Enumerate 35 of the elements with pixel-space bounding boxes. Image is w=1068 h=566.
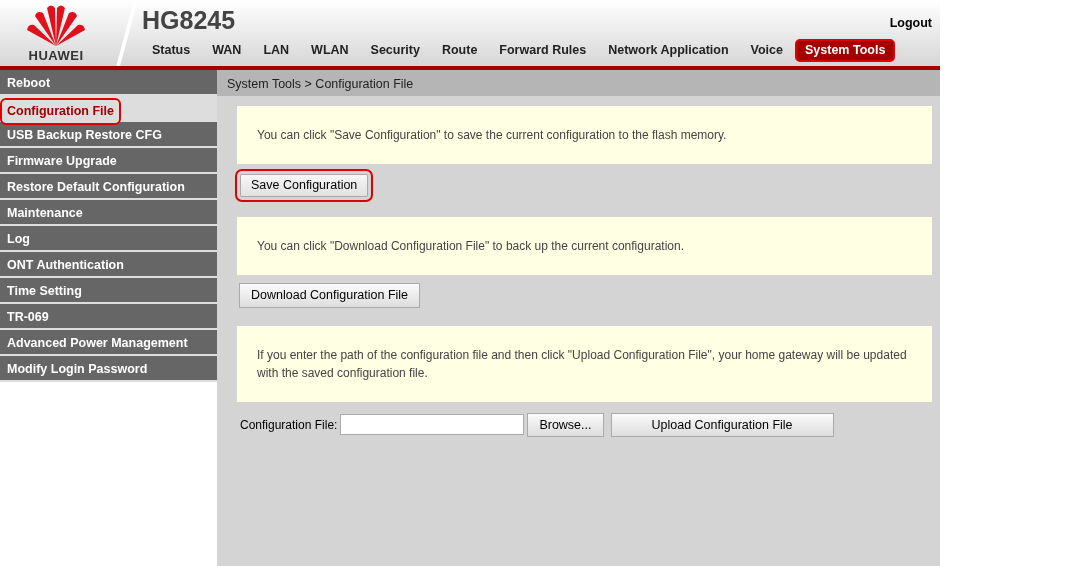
action-button[interactable]: Save Configuration — [235, 169, 374, 202]
info-note: You can click "Save Configuration" to save the current configuration to the flash memory. — [237, 106, 932, 164]
breadcrumb: System Tools > Configuration File — [217, 70, 940, 96]
sidebar-item[interactable]: Modify Login Password — [0, 356, 217, 382]
sidebar-item[interactable]: Advanced Power Management — [0, 330, 217, 356]
sidebar-item[interactable]: Time Setting — [0, 278, 217, 304]
nav-tab[interactable]: LAN — [253, 39, 300, 62]
nav-tab[interactable]: Route — [431, 39, 488, 62]
sidebar-item[interactable]: TR-069 — [0, 304, 217, 330]
nav-tab[interactable]: WLAN — [301, 39, 359, 62]
nav-tab[interactable]: System Tools — [795, 39, 896, 62]
nav-tab[interactable]: WAN — [202, 39, 252, 62]
sidebar-item[interactable]: Configuration File — [0, 98, 121, 125]
nav-tab[interactable]: Security — [360, 39, 430, 62]
nav-tab[interactable]: Network Application — [598, 39, 739, 62]
file-path-field[interactable] — [340, 414, 525, 436]
sidebar-item[interactable]: USB Backup Restore CFG — [0, 122, 217, 148]
info-note: If you enter the path of the configuration file and then click "Upload Configuration File", your home gateway will be updated with the saved configuration file. — [237, 325, 932, 402]
field-label: Configuration File: — [240, 416, 338, 434]
browse-button[interactable]: Browse... — [527, 412, 604, 438]
sidebar-item[interactable]: Restore Default Configuration — [0, 174, 217, 200]
sidebar-item[interactable]: Maintenance — [0, 200, 217, 226]
logout-link[interactable]: Logout — [889, 14, 932, 33]
nav-tab[interactable]: Voice — [740, 39, 793, 62]
model-name: HG8245 — [142, 8, 236, 33]
sidebar-item[interactable]: Reboot — [0, 70, 217, 96]
sidebar-item[interactable]: Log — [0, 226, 217, 252]
brand-name: HUAWEI — [28, 47, 84, 65]
nav-tab[interactable]: Forward Rules — [489, 39, 597, 62]
sidebar-item[interactable]: ONT Authentication — [0, 252, 217, 278]
action-button[interactable]: Download Configuration File — [239, 282, 421, 308]
nav-tab[interactable]: Status — [142, 39, 201, 62]
upload-button[interactable]: Upload Configuration File — [610, 412, 834, 438]
info-note: You can click "Download Configuration File" to back up the current configuration. — [237, 216, 932, 275]
sidebar-item[interactable]: Firmware Upgrade — [0, 148, 217, 174]
